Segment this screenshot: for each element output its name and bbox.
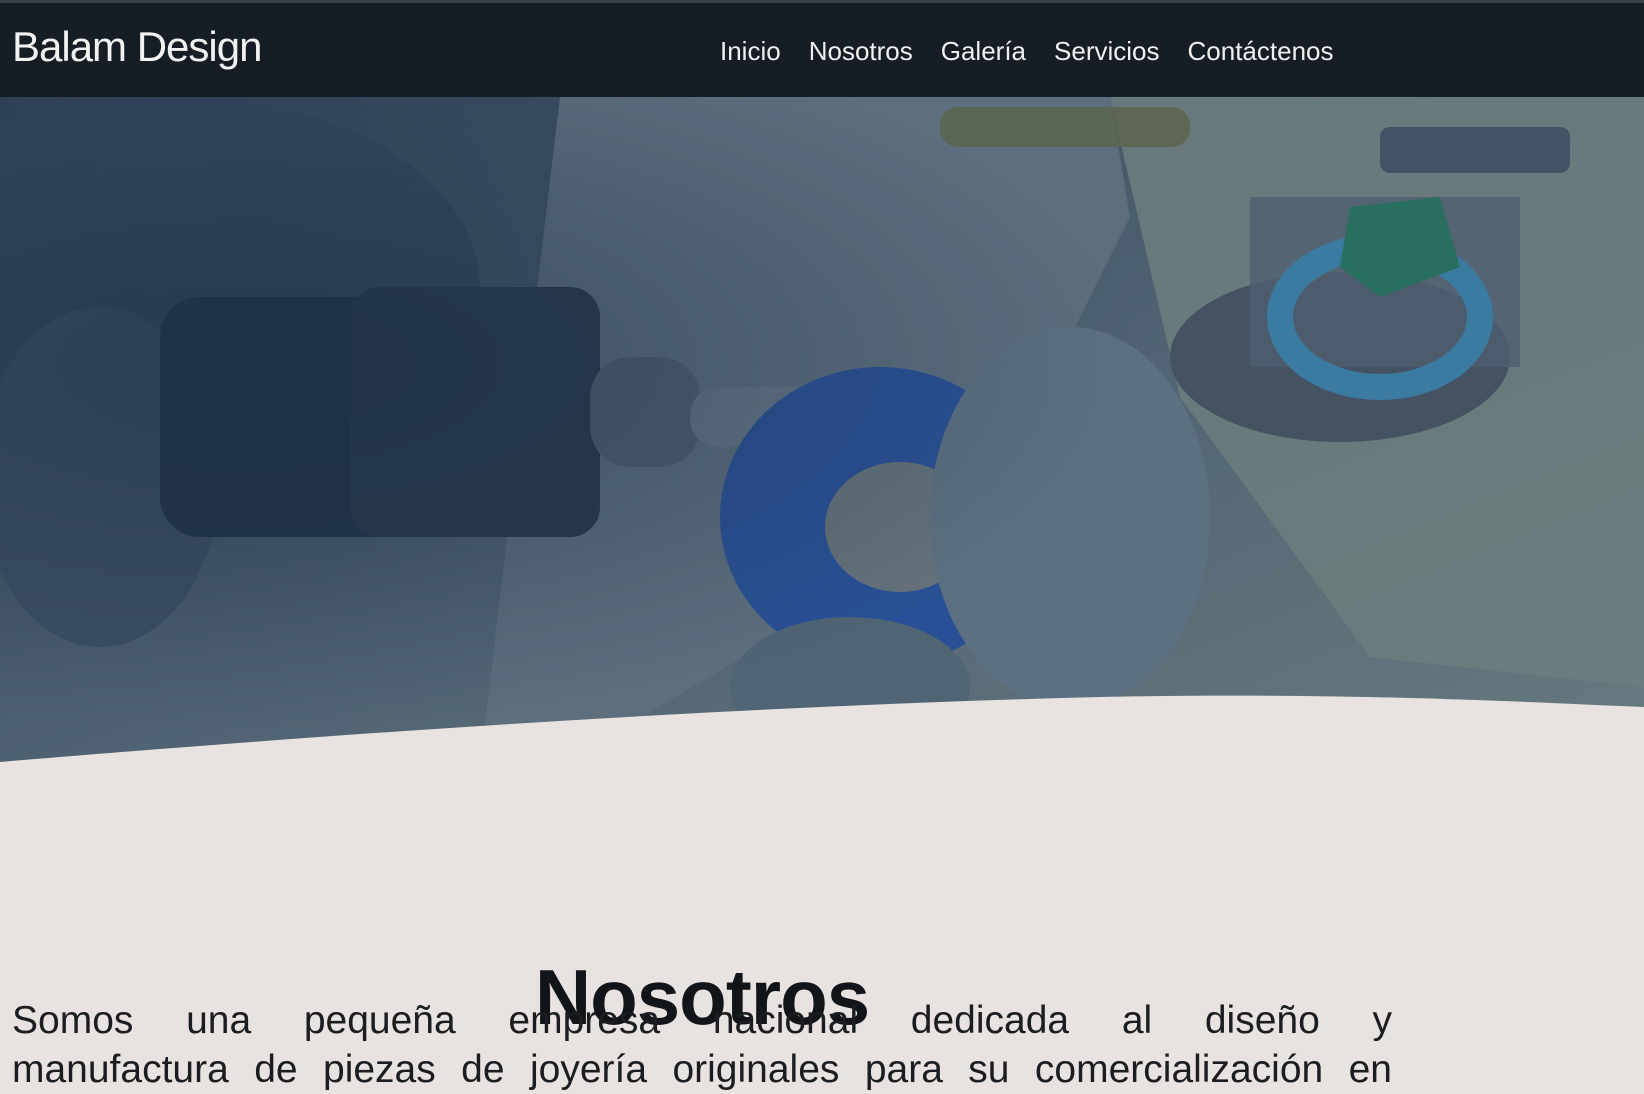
about-text-line-1: Somos una pequeña empresa nacional dedic… — [12, 999, 1392, 1042]
nav-galeria-link[interactable]: Galería — [941, 36, 1026, 67]
main-menu: Inicio Nosotros Galería Servicios Contác… — [720, 36, 1333, 67]
nav-inicio-link[interactable]: Inicio — [720, 36, 781, 67]
about-paragraph: Somos una pequeña empresa nacional dedic… — [12, 996, 1392, 1094]
nav-nosotros-link[interactable]: Nosotros — [809, 36, 913, 67]
hero-banner — [0, 97, 1644, 765]
brand-logo[interactable]: Balam Design — [12, 23, 262, 71]
nav-servicios-link[interactable]: Servicios — [1054, 36, 1159, 67]
top-navbar: Balam Design Inicio Nosotros Galería Ser… — [0, 0, 1644, 97]
nav-contactenos-link[interactable]: Contáctenos — [1188, 36, 1334, 67]
about-text-line-2: manufactura de piezas de joyería origina… — [12, 1048, 1392, 1091]
hero-image — [0, 97, 1644, 765]
